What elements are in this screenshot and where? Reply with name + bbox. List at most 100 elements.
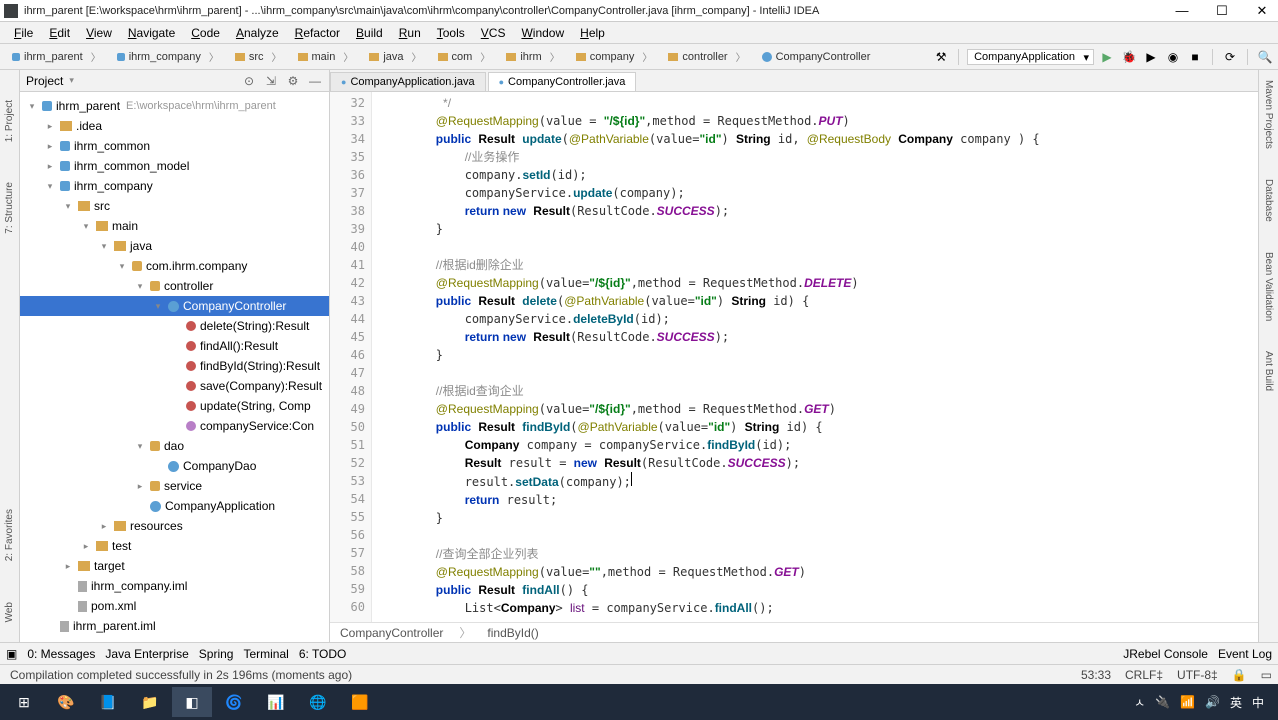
bottom-tool-terminal[interactable]: Terminal [243,647,288,661]
taskbar-app[interactable]: 🌐 [298,687,338,717]
tree-node-save-company--result[interactable]: save(Company):Result [20,376,329,396]
tree-node-pom-xml[interactable]: pom.xml [20,596,329,616]
stop-button[interactable]: ■ [1186,48,1204,66]
breadcrumb-item[interactable]: ihrm [498,47,567,66]
taskbar-app[interactable]: 📁 [130,687,170,717]
tree-node-com-ihrm-company[interactable]: ▾com.ihrm.company [20,256,329,276]
tree-node-ihrm-parent-iml[interactable]: ihrm_parent.iml [20,616,329,636]
close-button[interactable]: ✕ [1250,2,1274,20]
bottom-tool-jrebelconsole[interactable]: JRebel Console [1123,647,1208,661]
system-tray[interactable]: ㅅ🔌📶🔊英中 [1134,694,1274,711]
tree-node-test[interactable]: ▸test [20,536,329,556]
run-configuration-selector[interactable]: CompanyApplication [967,49,1094,65]
caret-position[interactable]: 53:33 [1081,668,1111,682]
editor-tab[interactable]: ●CompanyApplication.java [330,72,486,91]
menu-refactor[interactable]: Refactor [287,24,348,42]
tree-node-findbyid-string--result[interactable]: findById(String):Result [20,356,329,376]
crumb-method[interactable]: findById() [487,626,538,640]
breadcrumb-item[interactable]: java [361,47,429,66]
tree-node-target[interactable]: ▸target [20,556,329,576]
tree-node-companycontroller[interactable]: ▾CompanyController [20,296,329,316]
menu-tools[interactable]: Tools [429,24,473,42]
line-separator[interactable]: CRLF‡ [1125,668,1163,682]
debug-button[interactable]: 🐞 [1120,48,1138,66]
tree-node-ihrm-common-model[interactable]: ▸ihrm_common_model [20,156,329,176]
tree-node-controller[interactable]: ▾controller [20,276,329,296]
tree-node-resources[interactable]: ▸resources [20,516,329,536]
tree-node-ihrm-common[interactable]: ▸ihrm_common [20,136,329,156]
crumb-class[interactable]: CompanyController [340,626,443,640]
tree-node-java[interactable]: ▾java [20,236,329,256]
tree-node-main[interactable]: ▾main [20,216,329,236]
tree-node-companydao[interactable]: CompanyDao [20,456,329,476]
bottom-tool-eventlog[interactable]: Event Log [1218,647,1272,661]
tool-window-quick-access-icon[interactable]: ▣ [6,647,17,661]
taskbar-app[interactable]: 🌀 [214,687,254,717]
tree-node-ihrm-company-iml[interactable]: ihrm_company.iml [20,576,329,596]
start-button[interactable]: ⊞ [4,687,44,717]
menu-analyze[interactable]: Analyze [228,24,287,42]
menu-file[interactable]: File [6,24,41,42]
breadcrumb-item[interactable]: src [227,47,290,66]
search-everywhere-button[interactable]: 🔍 [1256,48,1274,66]
collapse-all-icon[interactable]: ⇲ [263,73,279,89]
tree-node-delete-string--result[interactable]: delete(String):Result [20,316,329,336]
menu-view[interactable]: View [78,24,120,42]
breadcrumb-item[interactable]: com [430,47,499,66]
tool-ant-build[interactable]: Ant Build [1263,351,1274,391]
settings-icon[interactable]: ⚙ [285,73,301,89]
taskbar-app[interactable]: 📘 [88,687,128,717]
breadcrumb-item[interactable]: CompanyController [754,49,887,65]
bottom-tool-messages[interactable]: 0: Messages [27,647,95,661]
taskbar-app[interactable]: 🟧 [340,687,380,717]
project-view-selector[interactable]: Project [26,74,63,88]
minimize-button[interactable]: — [1170,2,1194,20]
tree-node-findall---result[interactable]: findAll():Result [20,336,329,356]
code-editor[interactable]: */ @RequestMapping(value = "/${id}",meth… [372,92,1258,622]
coverage-button[interactable]: ▶ [1142,48,1160,66]
taskbar-app[interactable]: 📊 [256,687,296,717]
bottom-tool-spring[interactable]: Spring [199,647,234,661]
scroll-from-source-icon[interactable]: ⊙ [241,73,257,89]
bottom-tool-javaenterprise[interactable]: Java Enterprise [105,647,188,661]
menu-vcs[interactable]: VCS [473,24,514,42]
breadcrumb-item[interactable]: ihrm_parent [4,47,109,66]
file-encoding[interactable]: UTF-8‡ [1177,668,1218,682]
breadcrumb-item[interactable]: company [568,47,661,66]
project-tree[interactable]: ▾ihrm_parentE:\workspace\hrm\ihrm_parent… [20,92,329,642]
menu-code[interactable]: Code [183,24,228,42]
tool-database[interactable]: Database [1263,179,1274,222]
build-icon[interactable]: ⚒ [932,48,950,66]
tool-maven[interactable]: Maven Projects [1263,80,1274,149]
tool-project[interactable]: 1: Project [4,100,15,142]
taskbar-app[interactable]: 🎨 [46,687,86,717]
taskbar-app-intellij[interactable]: ◧ [172,687,212,717]
run-button[interactable]: ▶ [1098,48,1116,66]
memory-indicator-icon[interactable]: ▭ [1261,668,1272,682]
bottom-tool-todo[interactable]: 6: TODO [299,647,347,661]
tree-node-dao[interactable]: ▾dao [20,436,329,456]
insert-mode-icon[interactable]: 🔒 [1232,668,1247,682]
tree-node-update-string--comp[interactable]: update(String, Comp [20,396,329,416]
tool-web[interactable]: Web [4,602,15,622]
hide-icon[interactable]: — [307,73,323,89]
tree-node-ihrm-parent[interactable]: ▾ihrm_parentE:\workspace\hrm\ihrm_parent [20,96,329,116]
tool-structure[interactable]: 7: Structure [4,182,15,234]
tree-node-ihrm-company[interactable]: ▾ihrm_company [20,176,329,196]
tool-favorites[interactable]: 2: Favorites [4,509,15,561]
tree-node-companyapplication[interactable]: CompanyApplication [20,496,329,516]
profile-button[interactable]: ◉ [1164,48,1182,66]
breadcrumb-item[interactable]: ihrm_company [109,47,227,66]
tool-bean-validation[interactable]: Bean Validation [1263,252,1274,321]
breadcrumb-item[interactable]: controller [660,47,753,66]
menu-edit[interactable]: Edit [41,24,78,42]
tree-node-companyservice-con[interactable]: companyService:Con [20,416,329,436]
menu-run[interactable]: Run [391,24,429,42]
maximize-button[interactable]: ☐ [1210,2,1234,20]
tree-node-service[interactable]: ▸service [20,476,329,496]
menu-window[interactable]: Window [513,24,572,42]
tree-node--idea[interactable]: ▸.idea [20,116,329,136]
tree-node-src[interactable]: ▾src [20,196,329,216]
menu-navigate[interactable]: Navigate [120,24,183,42]
breadcrumb-item[interactable]: main [290,47,362,66]
